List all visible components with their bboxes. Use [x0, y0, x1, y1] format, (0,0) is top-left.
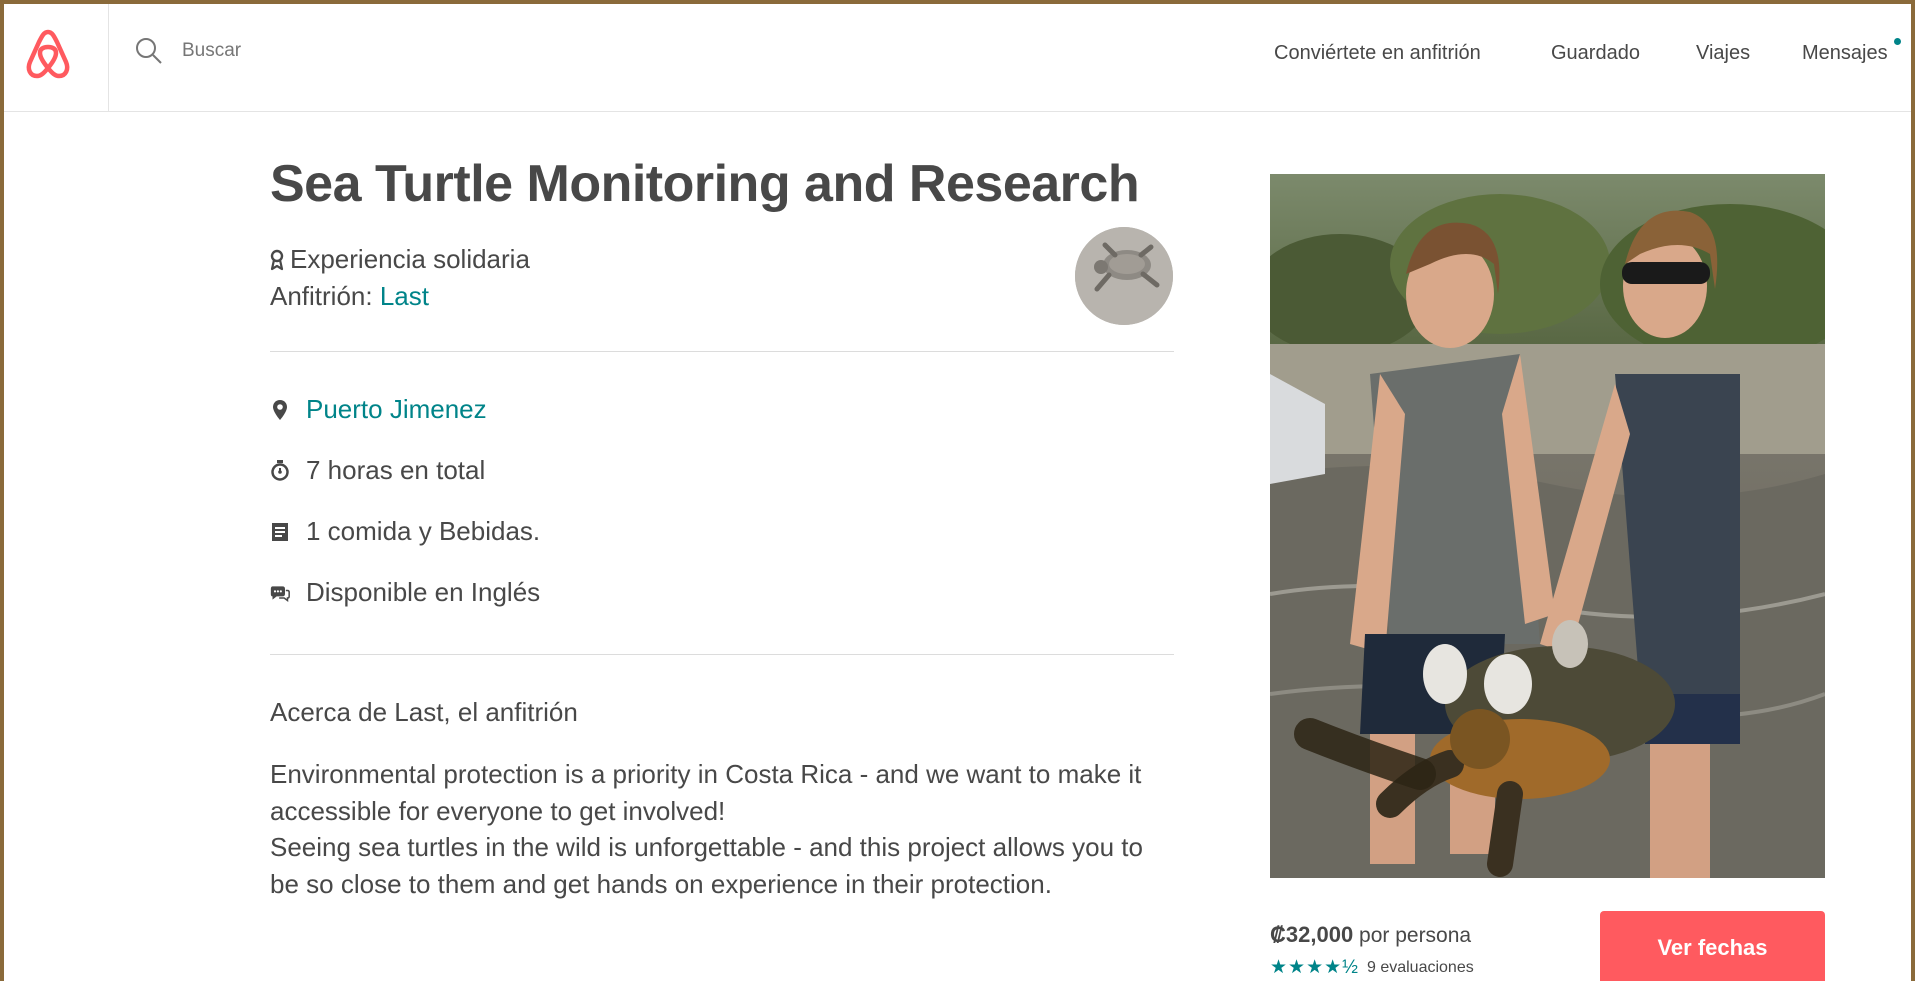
- about-host-text: Environmental protection is a priority i…: [270, 759, 1143, 899]
- detail-language: Disponible en Inglés: [270, 577, 540, 608]
- category-label: Experiencia solidaria: [290, 244, 530, 274]
- host-avatar[interactable]: [1075, 227, 1173, 325]
- see-dates-button[interactable]: Ver fechas: [1600, 911, 1825, 981]
- rating-line: ★★★★½ 9 evaluaciones: [1270, 956, 1474, 979]
- price-line: ₡32,000 por persona: [1270, 922, 1471, 948]
- header-divider: [108, 4, 109, 112]
- search-icon[interactable]: [134, 36, 164, 66]
- airbnb-logo-icon[interactable]: [22, 26, 74, 80]
- top-navbar: Buscar Conviértete en anfitrión Guardado…: [4, 4, 1911, 112]
- ribbon-icon: [270, 249, 284, 270]
- receipt-icon: [270, 521, 290, 543]
- host-line: Anfitrión: Last: [270, 281, 429, 312]
- divider: [270, 351, 1174, 352]
- about-host-heading: Acerca de Last, el anfitrión: [270, 697, 578, 727]
- price-value: ₡32,000: [1270, 922, 1354, 947]
- location-pin-icon: [270, 399, 290, 421]
- divider: [270, 654, 1174, 655]
- price-suffix: por persona: [1353, 924, 1472, 947]
- nav-messages[interactable]: Mensajes: [1802, 42, 1888, 65]
- nav-saved[interactable]: Guardado: [1551, 42, 1640, 65]
- rating-stars-icon: ★★★★½: [1270, 957, 1359, 978]
- experience-category: Experiencia solidaria: [270, 244, 530, 275]
- detail-location: Puerto Jimenez: [270, 394, 487, 425]
- turtle-avatar-image: [1075, 227, 1173, 325]
- reviews-link[interactable]: 9 evaluaciones: [1367, 959, 1474, 977]
- search-input[interactable]: Buscar: [182, 40, 241, 62]
- food-text: 1 comida y Bebidas.: [306, 516, 541, 546]
- volunteers-holding-turtle-image: [1270, 174, 1825, 878]
- host-link[interactable]: Last: [380, 281, 429, 311]
- page: Buscar Conviértete en anfitrión Guardado…: [4, 4, 1911, 981]
- clock-icon: [270, 459, 290, 482]
- nav-become-host[interactable]: Conviértete en anfitrión: [1274, 42, 1481, 65]
- chat-icon: [270, 582, 290, 604]
- duration-text: 7 horas en total: [306, 455, 486, 485]
- page-title: Sea Turtle Monitoring and Research: [270, 155, 1140, 213]
- nav-trips[interactable]: Viajes: [1696, 42, 1750, 65]
- host-prefix: Anfitrión:: [270, 281, 380, 311]
- detail-duration: 7 horas en total: [270, 455, 485, 486]
- location-link[interactable]: Puerto Jimenez: [306, 394, 487, 425]
- language-text: Disponible en Inglés: [306, 577, 541, 607]
- notification-dot: [1894, 38, 1901, 45]
- detail-food: 1 comida y Bebidas.: [270, 516, 540, 547]
- experience-photo[interactable]: [1270, 174, 1825, 878]
